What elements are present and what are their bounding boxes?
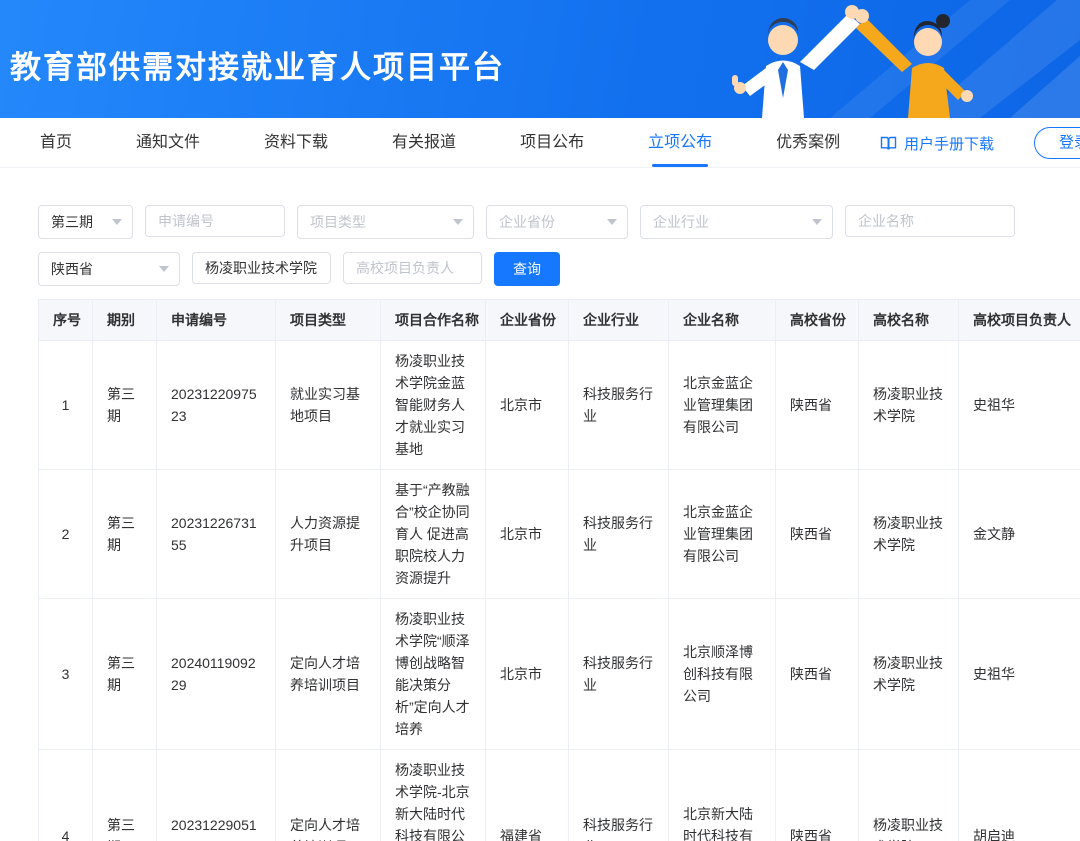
table-cell: 陕西省 [776,599,859,750]
column-header: 期别 [93,300,157,341]
filter-row-1: 第三期 项目类型 企业省份 企业行业 [38,205,1042,239]
nav-item-home[interactable]: 首页 [40,118,72,167]
nav-item-projects[interactable]: 项目公布 [520,118,584,167]
table-cell: 陕西省 [776,750,859,841]
table-cell: 2023122905190 [157,750,276,841]
table-cell: 杨凌职业技术学院-北京新大陆时代科技有限公司物联网及人工智能方向人才培养 [381,750,486,841]
nav-item-notices[interactable]: 通知文件 [136,118,200,167]
column-header: 项目类型 [276,300,381,341]
column-header: 申请编号 [157,300,276,341]
table-cell: 北京金蓝企业管理集团有限公司 [669,341,776,470]
results-table-wrap: 序号期别申请编号项目类型项目合作名称企业省份企业行业企业名称高校省份高校名称高校… [38,299,1080,841]
search-button[interactable]: 查询 [494,252,560,286]
table-row: 1第三期2023122097523就业实习基地项目杨凌职业技术学院金蓝智能财务人… [39,341,1080,470]
table-cell: 定向人才培养培训项目 [276,599,381,750]
table-cell: 就业实习基地项目 [276,341,381,470]
chevron-down-icon [607,219,617,225]
table-cell: 第三期 [93,599,157,750]
filter-panel: 第三期 项目类型 企业省份 企业行业 陕西省 查询 [0,168,1080,286]
table-cell: 北京市 [486,470,569,599]
table-cell: 福建省 [486,750,569,841]
table-row: 2第三期2023122673155人力资源提升项目基于“产教融合”校企协同育人 … [39,470,1080,599]
table-cell: 北京顺泽博创科技有限公司 [669,599,776,750]
table-row: 3第三期2024011909229定向人才培养培训项目杨凌职业技术学院“顺泽博创… [39,599,1080,750]
company-name-input[interactable] [845,205,1015,237]
school-province-select[interactable]: 陕西省 [38,252,180,286]
table-cell: 科技服务行业 [569,341,669,470]
login-button[interactable]: 登录 [1034,127,1080,159]
user-manual-label: 用户手册下载 [904,133,994,154]
company-industry-select[interactable]: 企业行业 [640,205,833,239]
table-cell: 杨凌职业技术学院 [859,599,959,750]
table-cell: 3 [39,599,93,750]
chevron-down-icon [453,219,463,225]
table-cell: 科技服务行业 [569,599,669,750]
table-cell: 陕西省 [776,470,859,599]
table-cell: 杨凌职业技术学院“顺泽博创战略智能决策分析”定向人才培养 [381,599,486,750]
project-type-select[interactable]: 项目类型 [297,205,474,239]
company-province-select[interactable]: 企业省份 [486,205,628,239]
top-banner: 教育部供需对接就业育人项目平台 [0,0,1080,118]
results-table: 序号期别申请编号项目类型项目合作名称企业省份企业行业企业名称高校省份高校名称高校… [38,299,1080,841]
period-select[interactable]: 第三期 [38,205,133,239]
table-cell: 杨凌职业技术学院 [859,341,959,470]
user-manual-link[interactable]: 用户手册下载 [880,118,994,168]
table-cell: 科技服务行业 [569,750,669,841]
platform-title: 教育部供需对接就业育人项目平台 [10,42,505,87]
filter-row-2: 陕西省 查询 [38,252,1042,286]
table-cell: 基于“产教融合”校企协同育人 促进高职院校人力资源提升 [381,470,486,599]
table-cell: 金文静 [959,470,1080,599]
table-cell: 2023122673155 [157,470,276,599]
chevron-down-icon [159,266,169,272]
table-cell: 定向人才培养培训项目 [276,750,381,841]
table-cell: 杨凌职业技术学院 [859,470,959,599]
column-header: 高校省份 [776,300,859,341]
nav-item-cases[interactable]: 优秀案例 [776,118,840,167]
table-cell: 史祖华 [959,341,1080,470]
table-header-row: 序号期别申请编号项目类型项目合作名称企业省份企业行业企业名称高校省份高校名称高校… [39,300,1080,341]
table-cell: 2023122097523 [157,341,276,470]
chevron-down-icon [112,219,122,225]
table-cell: 杨凌职业技术学院金蓝智能财务人才就业实习基地 [381,341,486,470]
column-header: 高校项目负责人 [959,300,1080,341]
school-leader-input[interactable] [343,252,482,284]
table-cell: 人力资源提升项目 [276,470,381,599]
table-cell: 北京新大陆时代科技有限公司 [669,750,776,841]
column-header: 高校名称 [859,300,959,341]
table-cell: 2024011909229 [157,599,276,750]
column-header: 序号 [39,300,93,341]
main-nav: 首页 通知文件 资料下载 有关报道 项目公布 立项公布 优秀案例 用户手册下载 登录 [0,118,1080,168]
nav-items: 首页 通知文件 资料下载 有关报道 项目公布 立项公布 优秀案例 [40,118,904,167]
high-five-illustration [680,0,1080,118]
table-cell: 第三期 [93,470,157,599]
column-header: 企业省份 [486,300,569,341]
book-icon [880,136,897,151]
table-cell: 胡启迪 [959,750,1080,841]
table-cell: 2 [39,470,93,599]
table-cell: 4 [39,750,93,841]
table-cell: 第三期 [93,750,157,841]
table-cell: 陕西省 [776,341,859,470]
table-cell: 1 [39,341,93,470]
table-cell: 北京金蓝企业管理集团有限公司 [669,470,776,599]
nav-item-approvals[interactable]: 立项公布 [648,118,712,167]
table-cell: 科技服务行业 [569,470,669,599]
school-name-input[interactable] [192,252,331,284]
table-cell: 史祖华 [959,599,1080,750]
table-cell: 北京市 [486,341,569,470]
table-cell: 杨凌职业技术学院 [859,750,959,841]
apply-no-input[interactable] [145,205,285,237]
chevron-down-icon [812,219,822,225]
table-cell: 北京市 [486,599,569,750]
nav-item-downloads[interactable]: 资料下载 [264,118,328,167]
table-row: 4第三期2023122905190定向人才培养培训项目杨凌职业技术学院-北京新大… [39,750,1080,841]
column-header: 企业行业 [569,300,669,341]
nav-item-reports[interactable]: 有关报道 [392,118,456,167]
column-header: 项目合作名称 [381,300,486,341]
table-cell: 第三期 [93,341,157,470]
column-header: 企业名称 [669,300,776,341]
